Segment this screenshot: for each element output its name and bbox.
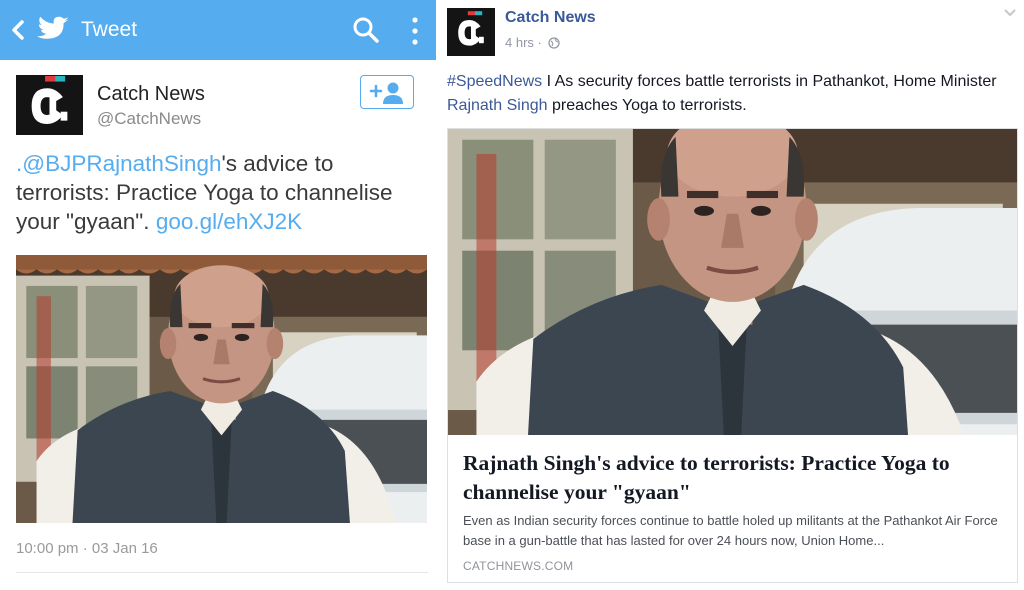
twitter-panel: Tweet Catch News @CatchNews .@BJPRajnath… [0, 0, 436, 590]
link-preview-title[interactable]: Rajnath Singh's advice to terrorists: Pr… [463, 449, 1008, 507]
back-icon[interactable] [8, 18, 28, 42]
mention-link[interactable]: Rajnath Singh [447, 97, 548, 114]
tweet-text: .@BJPRajnathSingh's advice to terrorists… [16, 149, 428, 236]
catch-news-logo [16, 75, 83, 135]
twitter-app-bar: Tweet [0, 0, 436, 60]
add-user-icon [369, 82, 403, 104]
page-avatar[interactable] [447, 8, 495, 56]
link-preview-image[interactable] [448, 129, 1017, 435]
twitter-bird-icon [37, 16, 69, 39]
post-age[interactable]: 4 hrs · [505, 35, 542, 50]
post-text-part-2: preaches Yoga to terrorists. [547, 97, 747, 114]
divider [16, 572, 428, 573]
page-title: Tweet [81, 18, 138, 41]
hashtag-link[interactable]: #SpeedNews [447, 73, 542, 90]
mention-link[interactable]: @BJPRajnathSingh [22, 151, 221, 176]
page-name-link[interactable]: Catch News [505, 9, 596, 27]
post-text-part-1: I As security forces battle terrorists i… [542, 73, 997, 90]
link-preview-card[interactable]: Rajnath Singh's advice to terrorists: Pr… [447, 128, 1018, 583]
post-meta: 4 hrs · [505, 35, 561, 50]
panel-gap [436, 0, 444, 590]
post-text: #SpeedNews I As security forces battle t… [447, 70, 1017, 118]
link-preview-domain: CATCHNEWS.COM [463, 559, 574, 573]
short-url-link[interactable]: goo.gl/ehXJ2K [156, 209, 302, 234]
chevron-down-icon[interactable] [1003, 8, 1017, 18]
tweet-photo[interactable] [16, 255, 427, 523]
search-icon[interactable] [352, 16, 380, 44]
facebook-panel: Catch News 4 hrs · #SpeedNews I As secur… [444, 0, 1024, 590]
avatar[interactable] [16, 75, 83, 135]
link-preview-description: Even as Indian security forces continue … [463, 513, 998, 548]
account-handle[interactable]: @CatchNews [97, 109, 201, 129]
catch-news-logo [447, 8, 495, 56]
tweet-timestamp: 10:00 pm · 03 Jan 16 [16, 540, 158, 557]
globe-icon [548, 37, 561, 49]
account-name[interactable]: Catch News [97, 83, 205, 106]
follow-button[interactable] [360, 75, 414, 109]
more-options-icon[interactable] [410, 16, 420, 46]
